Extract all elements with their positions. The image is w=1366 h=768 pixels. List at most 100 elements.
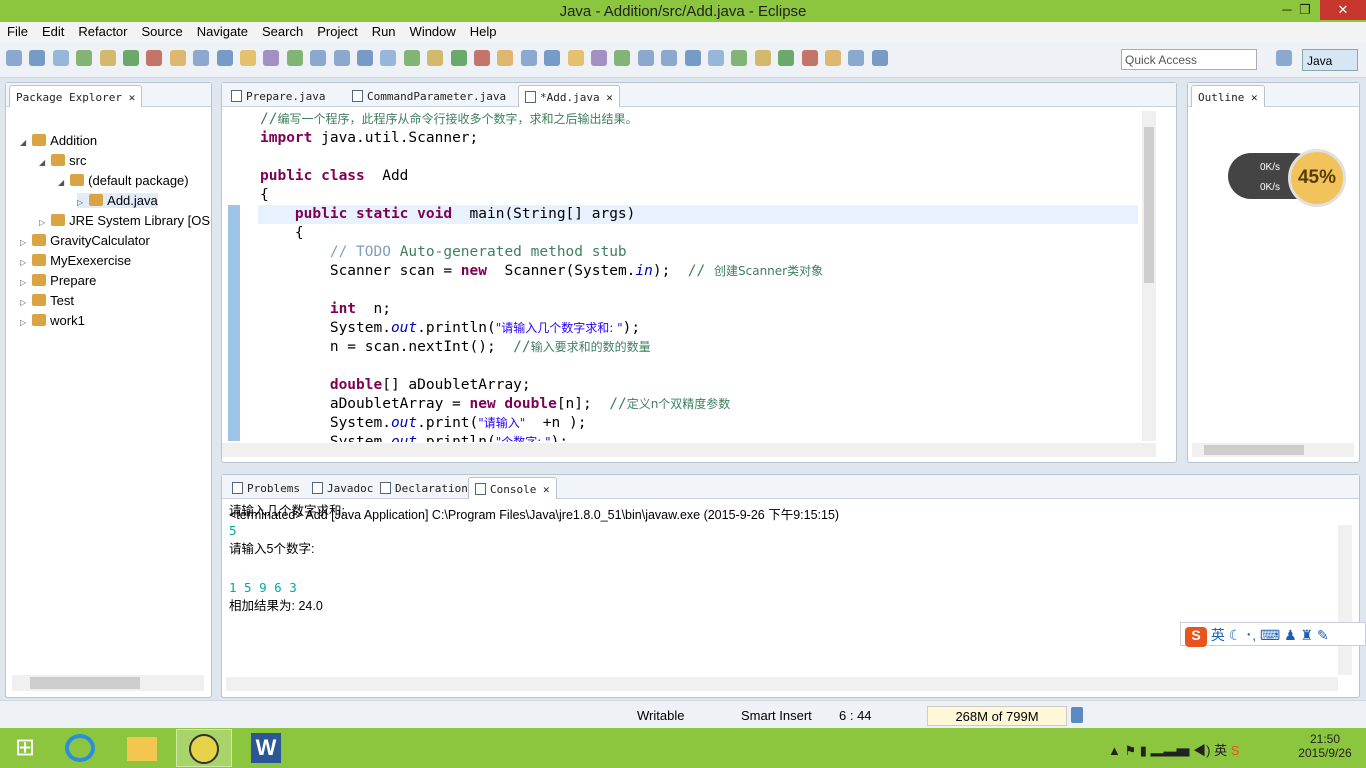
toolbar-button-icon[interactable]: [357, 50, 373, 66]
toolbar-button-icon[interactable]: [684, 50, 701, 66]
tree-expand-arrow-icon[interactable]: ▷: [77, 198, 83, 207]
toolbar-button-icon[interactable]: [427, 50, 444, 66]
console-output[interactable]: 请输入几个数字求和: 5 请输入5个数字: 1 5 9 6 3 相加结果为: 24.0: [229, 502, 345, 616]
menu-file[interactable]: File: [0, 22, 35, 42]
toolbar-button-icon[interactable]: [754, 50, 771, 66]
heap-status[interactable]: 268M of 799M: [927, 706, 1067, 726]
tab-javadoc[interactable]: Javadoc: [306, 477, 379, 499]
horizontal-scrollbar[interactable]: [226, 677, 1338, 691]
horizontal-scrollbar[interactable]: [12, 675, 204, 691]
toolbar-button-icon[interactable]: [520, 50, 537, 66]
tree-item[interactable]: ▷ Prepare: [20, 273, 96, 288]
tab-console[interactable]: Console ✕: [468, 477, 557, 499]
toolbar-button-icon[interactable]: [99, 50, 116, 66]
toolbar-button-icon[interactable]: [146, 50, 163, 66]
tree-collapse-arrow-icon[interactable]: ◢: [39, 158, 45, 167]
toolbar-button-icon[interactable]: [731, 50, 748, 66]
toolbar-button-icon[interactable]: [123, 50, 139, 66]
vertical-scrollbar[interactable]: [1338, 525, 1352, 675]
vertical-scrollbar[interactable]: [1142, 111, 1156, 441]
word-icon[interactable]: W: [238, 729, 294, 767]
tree-item[interactable]: ▷ Add.java: [77, 193, 158, 208]
tree-expand-arrow-icon[interactable]: ▷: [20, 278, 26, 287]
tab-package-explorer[interactable]: Package Explorer ✕: [9, 85, 143, 107]
code-editor[interactable]: //编写一个程序，此程序从命令行接收多个数字，求和之后输出结果。 import j…: [260, 110, 1140, 442]
tree-expand-arrow-icon[interactable]: ▷: [20, 258, 26, 267]
tree-item[interactable]: ▷ work1: [20, 313, 85, 328]
toolbar-button-icon[interactable]: [333, 50, 350, 66]
menu-help[interactable]: Help: [463, 22, 504, 42]
toolbar-button-icon[interactable]: [474, 50, 490, 66]
close-tab-icon[interactable]: ✕: [536, 483, 550, 496]
toolbar-button-icon[interactable]: [403, 50, 420, 66]
menu-search[interactable]: Search: [255, 22, 310, 42]
garbage-collect-icon[interactable]: [1071, 707, 1083, 723]
tree-item[interactable]: ▷ MyExexercise: [20, 253, 131, 268]
toolbar-button-icon[interactable]: [801, 50, 818, 66]
toolbar-button-icon[interactable]: [216, 50, 233, 66]
file-explorer-icon[interactable]: [114, 729, 170, 767]
horizontal-scrollbar[interactable]: [222, 443, 1156, 457]
tree-collapse-arrow-icon[interactable]: ◢: [20, 138, 26, 147]
tab-preparejava[interactable]: Prepare.java: [225, 85, 331, 107]
menu-source[interactable]: Source: [135, 22, 190, 42]
tree-item[interactable]: ◢ src: [39, 153, 87, 168]
toolbar-button-icon[interactable]: [778, 50, 795, 66]
start-button-windows-icon[interactable]: ⊞: [0, 729, 50, 767]
toolbar-button-icon[interactable]: [310, 50, 327, 66]
tab-declaration[interactable]: Declaration: [374, 477, 474, 499]
toolbar-button-icon[interactable]: [6, 50, 22, 66]
eclipse-taskbar-icon[interactable]: [176, 729, 232, 767]
menu-edit[interactable]: Edit: [35, 22, 71, 42]
menu-refactor[interactable]: Refactor: [71, 22, 134, 42]
toolbar-button-icon[interactable]: [286, 50, 303, 66]
ime-toolbar[interactable]: S 英 ☾ ･, ⌨ ♟ ♜ ✎: [1180, 622, 1366, 647]
toolbar-button-icon[interactable]: [193, 50, 210, 66]
tree-item[interactable]: ◢ Addition: [20, 133, 97, 148]
toolbar-button-icon[interactable]: [544, 50, 561, 66]
toolbar-button-icon[interactable]: [29, 50, 46, 66]
toolbar-button-icon[interactable]: [661, 50, 678, 66]
toolbar-button-icon[interactable]: [380, 50, 397, 66]
toolbar-button-icon[interactable]: [848, 50, 865, 66]
toolbar-button-icon[interactable]: [240, 50, 256, 66]
system-tray-icons[interactable]: ▲ ⚑ ▮ ▂▃▅ ◀) 英 S: [1108, 740, 1239, 759]
toolbar-button-icon[interactable]: [497, 50, 514, 66]
open-perspective-icon[interactable]: [1276, 50, 1292, 66]
toolbar-button-icon[interactable]: [591, 50, 607, 66]
menu-navigate[interactable]: Navigate: [190, 22, 255, 42]
tab-problems[interactable]: Problems: [226, 477, 306, 499]
tree-expand-arrow-icon[interactable]: ▷: [39, 218, 45, 227]
toolbar-button-icon[interactable]: [825, 50, 841, 66]
toolbar-button-icon[interactable]: [708, 50, 724, 66]
tree-item[interactable]: ◢ (default package): [58, 173, 189, 188]
tree-collapse-arrow-icon[interactable]: ◢: [58, 178, 64, 187]
tray-ime[interactable]: 英: [1214, 743, 1227, 758]
tree-expand-arrow-icon[interactable]: ▷: [20, 318, 26, 327]
horizontal-scrollbar[interactable]: [1192, 443, 1354, 457]
ime-mode[interactable]: 英: [1211, 627, 1225, 643]
tree-expand-arrow-icon[interactable]: ▷: [20, 238, 26, 247]
toolbar-button-icon[interactable]: [567, 50, 584, 66]
restore-button[interactable]: ❐: [1290, 0, 1320, 20]
menu-project[interactable]: Project: [310, 22, 364, 42]
menu-run[interactable]: Run: [365, 22, 403, 42]
toolbar-button-icon[interactable]: [263, 50, 280, 66]
toolbar-button-icon[interactable]: [169, 50, 186, 66]
tree-item[interactable]: ▷ Test: [20, 293, 74, 308]
tree-expand-arrow-icon[interactable]: ▷: [20, 298, 26, 307]
quick-access-input[interactable]: Quick Access: [1121, 49, 1257, 70]
toolbar-button-icon[interactable]: [871, 50, 888, 66]
java-perspective-button[interactable]: Java: [1302, 49, 1358, 71]
close-button[interactable]: ✕: [1320, 0, 1366, 20]
tree-item[interactable]: ▷ JRE System Library [OS: [39, 213, 210, 228]
tab-outline[interactable]: Outline ✕: [1191, 85, 1265, 107]
tab-commandparameterjava[interactable]: CommandParameter.java: [346, 85, 512, 107]
toolbar-button-icon[interactable]: [52, 50, 69, 66]
tab-addjava[interactable]: *Add.java ✕: [518, 85, 620, 107]
toolbar-button-icon[interactable]: [614, 50, 631, 66]
menu-window[interactable]: Window: [403, 22, 463, 42]
toolbar-button-icon[interactable]: [76, 50, 93, 66]
toolbar-button-icon[interactable]: [637, 50, 654, 66]
close-tab-icon[interactable]: ✕: [600, 91, 613, 104]
